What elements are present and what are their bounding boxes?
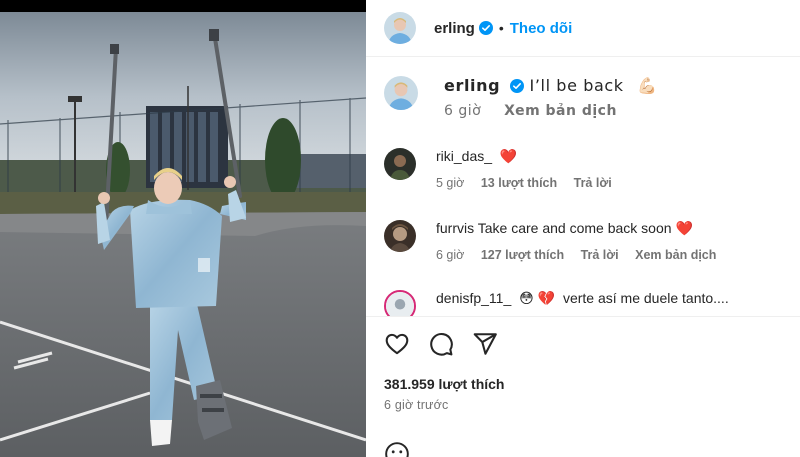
comment-emoji: ❤️ (675, 220, 693, 236)
comment-avatar[interactable] (384, 148, 416, 180)
comment-time[interactable]: 6 giờ (436, 248, 464, 262)
caption-avatar-image (384, 76, 418, 110)
caption-username[interactable]: erling (444, 76, 500, 95)
comment-reply-button[interactable]: Trả lời (581, 248, 619, 262)
comment-emoji: 😳 💔 (519, 290, 556, 306)
comment-item: riki_das_ ❤️ 5 giờ 13 lượt thích Trả lời (384, 148, 794, 190)
author-avatar-image (384, 12, 416, 44)
comment-avatar-image (386, 292, 414, 316)
comment-time[interactable]: 5 giờ (436, 176, 464, 190)
action-icon-row (384, 331, 498, 357)
caption-avatar[interactable] (384, 76, 418, 110)
like-count[interactable]: 381.959 lượt thích (384, 376, 504, 392)
comment-avatar[interactable] (384, 220, 416, 252)
comment-icon[interactable] (428, 331, 454, 357)
comment-avatar-image (384, 220, 416, 252)
post-side-panel: erling • Theo dõi erling I’ll be back 💪🏻… (366, 0, 800, 457)
caption-emoji: 💪🏻 (637, 76, 658, 95)
share-icon[interactable] (472, 331, 498, 357)
comment-likes[interactable]: 127 lượt thích (481, 248, 564, 262)
comment-avatar[interactable] (384, 290, 416, 316)
post-photo[interactable] (0, 0, 366, 457)
follow-button[interactable]: Theo dõi (510, 20, 573, 37)
author-username[interactable]: erling (434, 20, 475, 37)
verified-badge-icon (478, 21, 493, 35)
header-separator: • (498, 20, 504, 36)
heart-icon[interactable] (384, 331, 410, 357)
comment-username[interactable]: denisfp_11_ (436, 290, 511, 306)
comment-likes[interactable]: 13 lượt thích (481, 176, 557, 190)
comment-text: verte así me duele tanto.... (562, 290, 729, 306)
caption-time[interactable]: 6 giờ (444, 103, 481, 119)
comment-item: furrvis Take care and come back soon ❤️ … (384, 220, 794, 262)
comment-emoji: ❤️ (499, 148, 518, 164)
post-caption: erling I’ll be back 💪🏻 6 giờ Xem bản dịc… (384, 76, 784, 119)
post-actions: 381.959 lượt thích 6 giờ trước (366, 316, 800, 457)
post-header: erling • Theo dõi (366, 0, 800, 57)
comment-translate-link[interactable]: Xem bản dịch (635, 248, 716, 262)
author-avatar[interactable] (384, 12, 416, 44)
instagram-post-modal: erling • Theo dõi erling I’ll be back 💪🏻… (0, 0, 800, 457)
comments-section[interactable]: erling I’ll be back 💪🏻 6 giờ Xem bản dịc… (366, 58, 800, 316)
caption-verified-badge-icon (509, 79, 524, 93)
comment-text: Take care and come back soon (477, 220, 672, 236)
caption-text: I’ll be back (529, 76, 624, 95)
emoji-icon[interactable] (384, 441, 410, 457)
comment-reply-button[interactable]: Trả lời (574, 176, 612, 190)
comment-username[interactable]: riki_das_ (436, 148, 492, 164)
comment-avatar-image (384, 148, 416, 180)
post-timestamp[interactable]: 6 giờ trước (384, 398, 448, 412)
caption-translate-link[interactable]: Xem bản dịch (504, 103, 617, 119)
comment-username[interactable]: furrvis (436, 220, 474, 236)
comment-item: denisfp_11_ 😳 💔 verte así me duele tanto… (384, 290, 794, 316)
post-image (0, 0, 366, 457)
